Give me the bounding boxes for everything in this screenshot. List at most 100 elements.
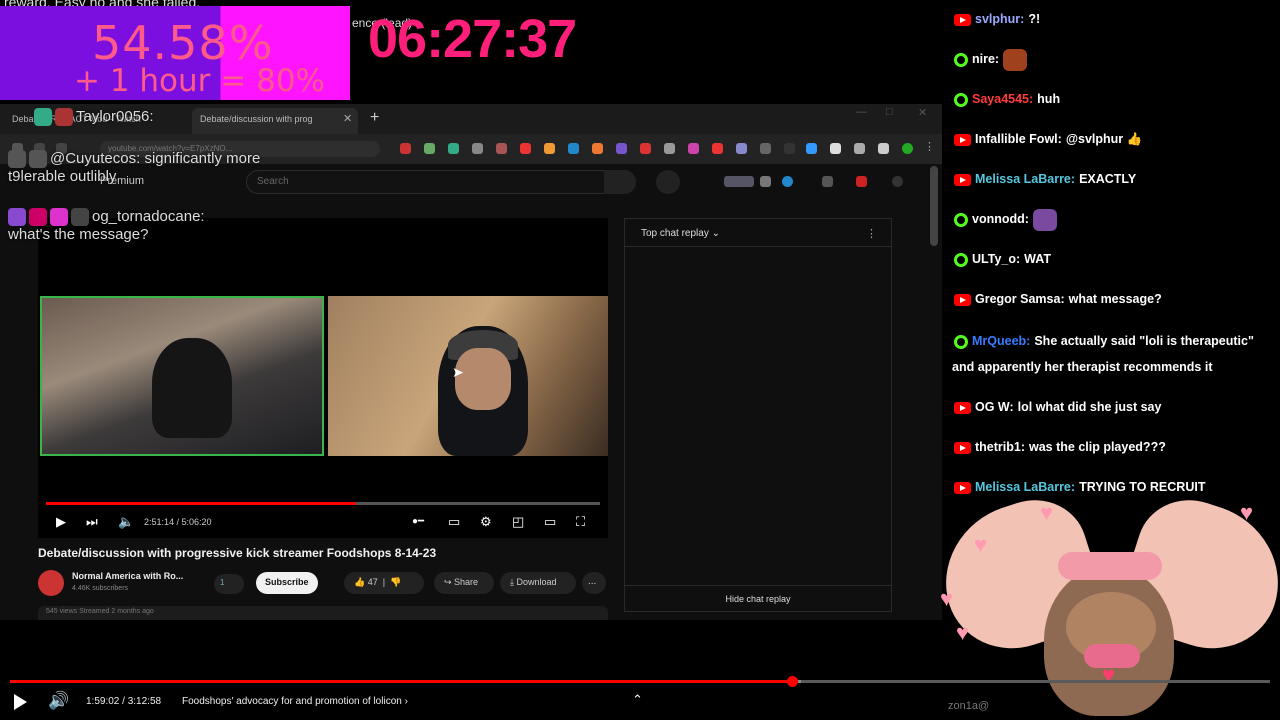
cast-icon[interactable]: [724, 176, 754, 187]
overlay-chat-user: og_tornadocane:: [92, 208, 205, 225]
miniplayer-icon[interactable]: ◰: [512, 514, 524, 530]
extension-icon[interactable]: [712, 143, 723, 154]
volume-icon[interactable]: 🔊: [48, 691, 69, 711]
badge-icon: [71, 208, 89, 227]
scrubber-handle[interactable]: [786, 676, 798, 687]
chat-username[interactable]: svlphur:: [975, 12, 1024, 26]
new-tab-icon[interactable]: +: [370, 109, 379, 127]
chat-username[interactable]: vonnodd:: [972, 212, 1029, 226]
chat-username[interactable]: OG W:: [975, 400, 1014, 414]
extension-icon[interactable]: [760, 143, 771, 154]
settings-icon[interactable]: ⚙: [480, 514, 492, 530]
youtube-icon: [954, 441, 971, 454]
video-player[interactable]: ➤ ▶ ⏭ 🔈 2:51:14 / 5:06:20 ●━ ▭ ⚙ ◰ ▭ ⛶: [38, 218, 608, 538]
mic-icon[interactable]: [656, 170, 680, 194]
extension-icon[interactable]: [520, 143, 531, 154]
badge-icon: [29, 208, 47, 227]
extension-icon[interactable]: [782, 176, 793, 187]
extension-icon[interactable]: [496, 143, 507, 154]
chat-text: huh: [1037, 92, 1061, 106]
chat-text: EXACTLY: [1079, 172, 1137, 186]
chat-username[interactable]: nire:: [972, 52, 999, 66]
extension-icon[interactable]: [592, 143, 603, 154]
chat-username[interactable]: MrQueeb:: [972, 334, 1030, 348]
channel-name[interactable]: Normal America with Ro...: [72, 571, 183, 581]
subscribe-button[interactable]: Subscribe: [256, 572, 318, 594]
browser-scrollbar[interactable]: [930, 166, 938, 246]
chat-username[interactable]: thetrib1:: [975, 440, 1025, 454]
next-icon[interactable]: ⏭: [86, 514, 98, 530]
chat-username[interactable]: Saya4545:: [972, 92, 1033, 106]
maximize-icon[interactable]: □: [886, 106, 893, 118]
chat-message: ULTy_o: WAT: [952, 246, 1278, 272]
captions-icon[interactable]: ▭: [448, 514, 460, 530]
more-actions-button[interactable]: ...: [582, 572, 606, 594]
like-button[interactable]: 👍 47 | 👎: [344, 572, 424, 594]
badge-icon: [55, 108, 73, 127]
chat-replay-header[interactable]: Top chat replay ⌄: [625, 219, 891, 247]
extension-icon[interactable]: [830, 143, 841, 154]
chat-username[interactable]: Melissa LaBarre:: [975, 172, 1075, 186]
chevron-up-icon[interactable]: ⌃: [632, 692, 643, 708]
chat-text: WAT: [1024, 252, 1051, 266]
played-bar: [10, 680, 792, 683]
kick-icon: [954, 92, 968, 107]
extension-icon[interactable]: [544, 143, 555, 154]
extension-icon[interactable]: [688, 143, 699, 154]
create-icon[interactable]: [822, 176, 833, 187]
extension-icon[interactable]: [424, 143, 435, 154]
mascot-overlay: ♥ ♥ ♥ ♥ ♥ ♥ zon1a@: [926, 486, 1280, 720]
download-button[interactable]: ⤓ Download: [500, 572, 576, 594]
search-input[interactable]: Search: [246, 170, 636, 194]
browser-menu-icon[interactable]: ⋮: [924, 140, 935, 153]
description-box[interactable]: 545 views Streamed 2 months ago: [38, 606, 608, 620]
chat-message: thetrib1: was the clip played???: [952, 434, 1278, 460]
extension-icon[interactable]: [806, 143, 817, 154]
play-icon[interactable]: ▶: [56, 514, 66, 530]
extension-icon[interactable]: [784, 143, 795, 154]
window-close-icon[interactable]: ✕: [918, 106, 927, 119]
close-tab-icon[interactable]: ✕: [343, 112, 352, 125]
extension-icon[interactable]: [760, 176, 771, 187]
extension-icon[interactable]: [736, 143, 747, 154]
video-progress-bar[interactable]: [10, 676, 1270, 687]
extension-icon[interactable]: [640, 143, 651, 154]
video-title: Debate/discussion with progressive kick …: [38, 546, 437, 560]
extension-icon[interactable]: [854, 143, 865, 154]
hide-chat-replay-button[interactable]: Hide chat replay: [625, 585, 891, 611]
countdown-timer: 06:27:37: [368, 9, 577, 69]
browser-tab-youtube[interactable]: Debate/discussion with prog: [192, 108, 358, 134]
channel-avatar[interactable]: [38, 570, 64, 596]
share-button[interactable]: ↪ Share: [434, 572, 494, 594]
chat-menu-icon[interactable]: ⋮: [866, 227, 877, 240]
extension-icon[interactable]: [616, 143, 627, 154]
chat-text: what message?: [1068, 292, 1162, 306]
volume-icon[interactable]: 🔈: [118, 514, 134, 530]
extension-icon[interactable]: [400, 143, 411, 154]
theater-icon[interactable]: ▭: [544, 514, 556, 530]
badge-icon: [8, 208, 26, 227]
chat-text: lol what did she just say: [1017, 400, 1162, 414]
sidebar-icon[interactable]: [878, 143, 889, 154]
chat-username[interactable]: Gregor Samsa:: [975, 292, 1065, 306]
extension-icon[interactable]: [664, 143, 675, 154]
play-icon[interactable]: [14, 694, 27, 710]
player-time: 2:51:14 / 5:06:20: [144, 517, 212, 527]
chat-username[interactable]: Infallible Fowl:: [975, 132, 1062, 146]
fullscreen-icon[interactable]: ⛶: [576, 514, 585, 530]
member-badge[interactable]: 1: [214, 574, 244, 594]
search-icon[interactable]: [604, 170, 636, 194]
chapter-title[interactable]: Foodshops' advocacy for and promotion of…: [182, 696, 408, 707]
chat-username[interactable]: Melissa LaBarre:: [975, 480, 1075, 494]
extension-icon[interactable]: [472, 143, 483, 154]
chat-username[interactable]: ULTy_o:: [972, 252, 1020, 266]
avatar[interactable]: [892, 176, 903, 187]
player-progress-bar[interactable]: [46, 502, 600, 505]
minimize-icon[interactable]: —: [856, 106, 867, 118]
profile-avatar[interactable]: [902, 143, 913, 154]
notifications-icon[interactable]: [856, 176, 867, 187]
extension-icon[interactable]: [568, 143, 579, 154]
extension-icon[interactable]: [448, 143, 459, 154]
download-label: Download: [516, 577, 557, 587]
autoplay-toggle[interactable]: ●━: [412, 516, 424, 527]
